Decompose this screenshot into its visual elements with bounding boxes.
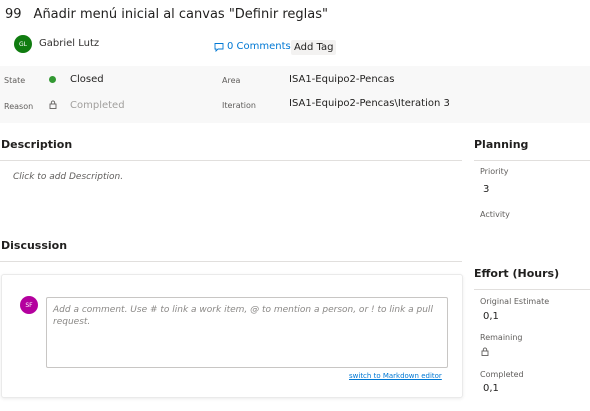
priority-label: Priority — [480, 167, 509, 176]
area-label: Area — [222, 76, 241, 85]
iteration-value[interactable]: ISA1-Equipo2-Pencas\Iteration 3 — [289, 98, 450, 109]
effort-heading: Effort (Hours) — [474, 267, 560, 280]
reason-value[interactable]: Completed — [70, 100, 125, 111]
original-estimate-label: Original Estimate — [480, 297, 550, 306]
description-heading: Description — [1, 138, 73, 151]
state-value[interactable]: Closed — [70, 74, 104, 85]
activity-value[interactable] — [483, 225, 573, 239]
comment-icon — [214, 42, 224, 52]
markdown-editor-link[interactable]: switch to Markdown editor — [349, 372, 442, 380]
comment-input[interactable]: Add a comment. Use # to link a work item… — [46, 297, 448, 368]
add-tag-button[interactable]: Add Tag — [291, 40, 337, 55]
planning-heading: Planning — [474, 138, 529, 151]
effort-divider — [474, 289, 590, 290]
state-label: State — [4, 76, 26, 85]
completed-label: Completed — [480, 370, 524, 379]
iteration-label: Iteration — [222, 101, 256, 110]
commenter-initials: SF — [25, 301, 33, 309]
work-item-title[interactable]: Añadir menú inicial al canvas "Definir r… — [34, 7, 328, 22]
planning-divider — [474, 160, 590, 161]
remaining-lock-icon — [481, 347, 489, 356]
commenter-avatar: SF — [20, 296, 38, 314]
priority-value[interactable]: 3 — [483, 184, 489, 195]
discussion-heading: Discussion — [1, 239, 68, 252]
comment-placeholder: Add a comment. Use # to link a work item… — [53, 305, 433, 327]
discussion-divider — [0, 261, 462, 262]
comments-link[interactable]: 0 Comments — [214, 41, 291, 52]
completed-value[interactable]: 0,1 — [483, 383, 499, 394]
work-item-title-row: 99 Añadir menú inicial al canvas "Definir… — [5, 7, 328, 22]
original-estimate-value[interactable]: 0,1 — [483, 311, 499, 322]
description-divider — [0, 160, 462, 161]
area-value[interactable]: ISA1-Equipo2-Pencas — [289, 74, 395, 85]
work-item-id: 99 — [5, 7, 22, 22]
comments-label: 0 Comments — [227, 41, 291, 52]
remaining-label: Remaining — [480, 333, 523, 342]
assignee-initials: GL — [19, 40, 27, 48]
lock-icon — [49, 100, 57, 109]
state-dot-icon — [49, 76, 56, 83]
assignee-avatar[interactable]: GL — [14, 35, 32, 53]
assignee-name[interactable]: Gabriel Lutz — [39, 38, 99, 49]
reason-label: Reason — [4, 102, 34, 111]
activity-label: Activity — [480, 210, 510, 219]
description-placeholder[interactable]: Click to add Description. — [13, 172, 123, 182]
